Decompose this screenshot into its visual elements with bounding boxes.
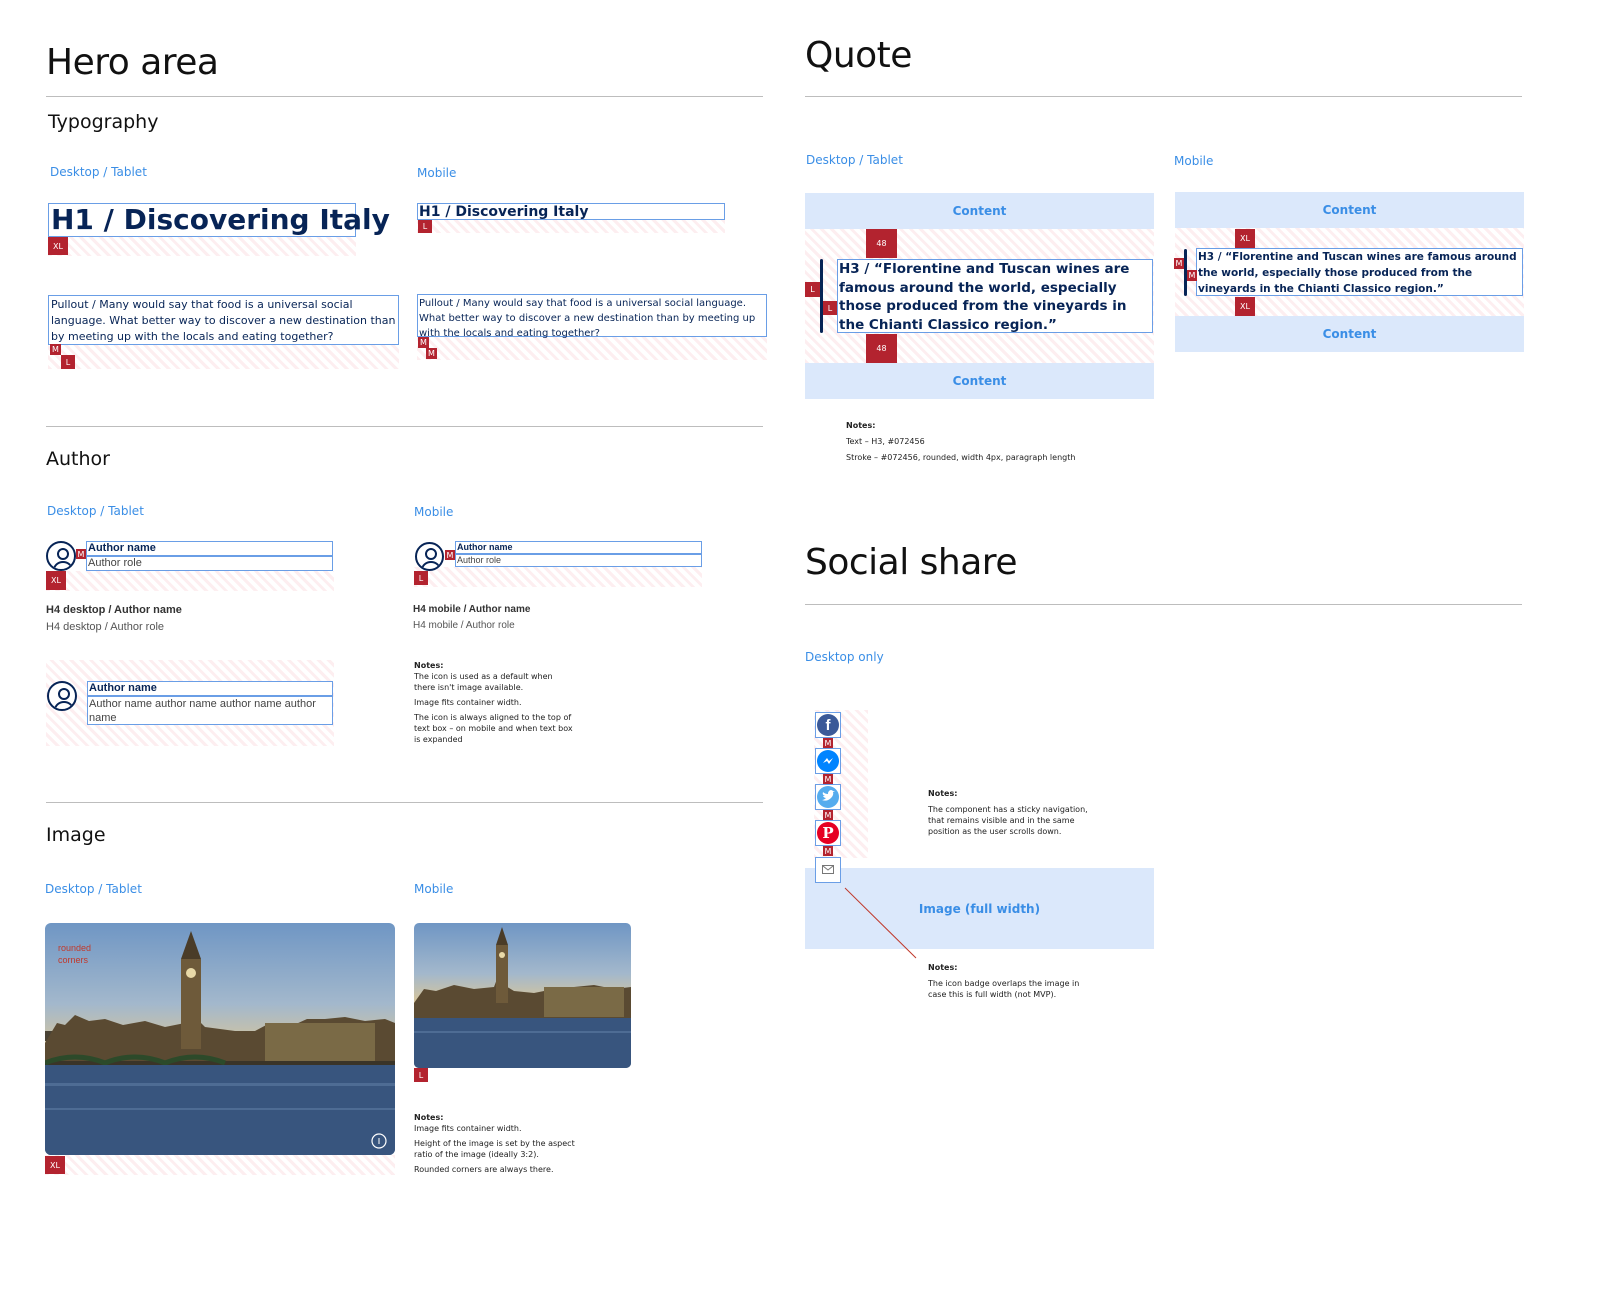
badge-xl: XL	[1235, 229, 1255, 248]
author-heading: Author	[46, 448, 110, 470]
badge-m: M	[823, 810, 833, 820]
h1-mobile-spacing	[417, 219, 725, 233]
author-role: Author name author name author name auth…	[87, 696, 333, 725]
social-notes-overlap: Notes: The icon badge overlaps the image…	[928, 963, 1080, 999]
badge-m: M	[1187, 270, 1197, 281]
h1-desktop-spacing	[48, 236, 356, 256]
quote-divider	[805, 96, 1522, 97]
spacing-badge-48: 48	[866, 229, 897, 258]
hero-mobile-label: Mobile	[417, 166, 457, 180]
author-mobile-spacing	[414, 567, 702, 587]
badge-l: L	[414, 571, 428, 585]
quote-desktop-label: Desktop / Tablet	[806, 153, 903, 167]
hero-title: Hero area	[46, 42, 219, 83]
badge-m: M	[823, 738, 833, 748]
content-block: Content	[1175, 316, 1524, 352]
spacing-badge-48: 48	[866, 334, 897, 363]
h4-desktop-role: H4 desktop / Author role	[46, 621, 165, 633]
h1-desktop: H1 / Discovering Italy	[48, 203, 390, 237]
h1-mobile: H1 / Discovering Italy	[417, 203, 725, 220]
badge-m: M	[1174, 258, 1184, 269]
badge-m: M	[418, 337, 429, 348]
badge-m: M	[76, 549, 86, 559]
content-block: Content	[1175, 192, 1524, 228]
rounded-corners-annotation: rounded corners	[58, 943, 92, 965]
badge-m: M	[426, 348, 437, 359]
badge-m: M	[823, 846, 833, 856]
author-role: Author role	[455, 554, 702, 567]
facebook-share-button[interactable]: f	[815, 712, 841, 738]
image-desktop-spacing	[45, 1155, 395, 1175]
social-label: Desktop only	[805, 650, 884, 664]
quote-mobile-label: Mobile	[1174, 154, 1214, 168]
badge-m: M	[50, 344, 61, 355]
pullout-desktop: Pullout / Many would say that food is a …	[48, 295, 399, 345]
quote-text-desktop: H3 / “Florentine and Tuscan wines are fa…	[837, 259, 1153, 333]
pinterest-share-button[interactable]: P	[815, 820, 841, 846]
typography-heading: Typography	[48, 111, 159, 133]
author-role: Author role	[86, 556, 333, 571]
avatar-icon	[415, 542, 444, 571]
twitter-icon	[817, 786, 839, 808]
content-block: Content	[805, 363, 1154, 399]
avatar-icon	[47, 681, 77, 711]
badge-l: L	[823, 301, 837, 315]
twitter-share-button[interactable]	[815, 784, 841, 810]
author-desktop-label: Desktop / Tablet	[47, 504, 144, 518]
badge-xl: XL	[1235, 297, 1255, 316]
social-title: Social share	[805, 542, 1017, 583]
quote-notes: Notes: Text – H3, #072456 Stroke – #0724…	[846, 421, 1076, 462]
badge-xl: XL	[48, 237, 68, 255]
facebook-icon: f	[817, 714, 839, 736]
author-divider	[46, 426, 763, 427]
quote-text-mobile: H3 / “Florentine and Tuscan wines are fa…	[1196, 248, 1523, 296]
annotation-line	[844, 887, 917, 959]
author-mobile-label: Mobile	[414, 505, 454, 519]
pinterest-icon: P	[817, 822, 839, 844]
badge-xl: XL	[46, 571, 66, 590]
westminster-image-mobile	[414, 923, 631, 1068]
content-block: Content	[805, 193, 1154, 229]
image-notes: Notes: Image fits container width. Heigh…	[414, 1113, 575, 1174]
pullout-desktop-spacing	[48, 344, 399, 369]
messenger-icon	[817, 750, 839, 772]
badge-l: L	[805, 282, 820, 297]
quote-title: Quote	[805, 35, 912, 76]
h4-mobile-name: H4 mobile / Author name	[413, 604, 531, 615]
badge-l: L	[61, 355, 75, 369]
image-divider	[46, 802, 763, 803]
image-mobile-label: Mobile	[414, 882, 454, 896]
author-name: Author name	[87, 681, 333, 696]
social-divider	[805, 604, 1522, 605]
badge-l: L	[414, 1068, 428, 1082]
pullout-mobile: Pullout / Many would say that food is a …	[417, 294, 767, 339]
social-notes-sticky: Notes: The component has a sticky naviga…	[928, 789, 1088, 836]
image-heading: Image	[46, 824, 106, 846]
messenger-share-button[interactable]	[815, 748, 841, 774]
email-icon	[822, 865, 834, 874]
avatar-icon	[46, 541, 76, 571]
author-name: Author name	[455, 541, 702, 554]
author-name: Author name	[86, 541, 333, 556]
image-desktop-label: Desktop / Tablet	[45, 882, 142, 896]
badge-xl: XL	[45, 1156, 65, 1174]
hero-divider	[46, 96, 763, 97]
h4-desktop-name: H4 desktop / Author name	[46, 604, 182, 616]
badge-m: M	[445, 550, 455, 560]
badge-l: L	[418, 220, 432, 233]
badge-m: M	[823, 774, 833, 784]
quote-stroke	[820, 259, 823, 333]
author-notes: Notes: The icon is used as a default whe…	[414, 661, 573, 744]
email-share-button[interactable]	[815, 857, 841, 883]
h4-mobile-role: H4 mobile / Author role	[413, 620, 515, 631]
hero-desktop-label: Desktop / Tablet	[50, 165, 147, 179]
author-desktop-spacing	[46, 571, 334, 591]
